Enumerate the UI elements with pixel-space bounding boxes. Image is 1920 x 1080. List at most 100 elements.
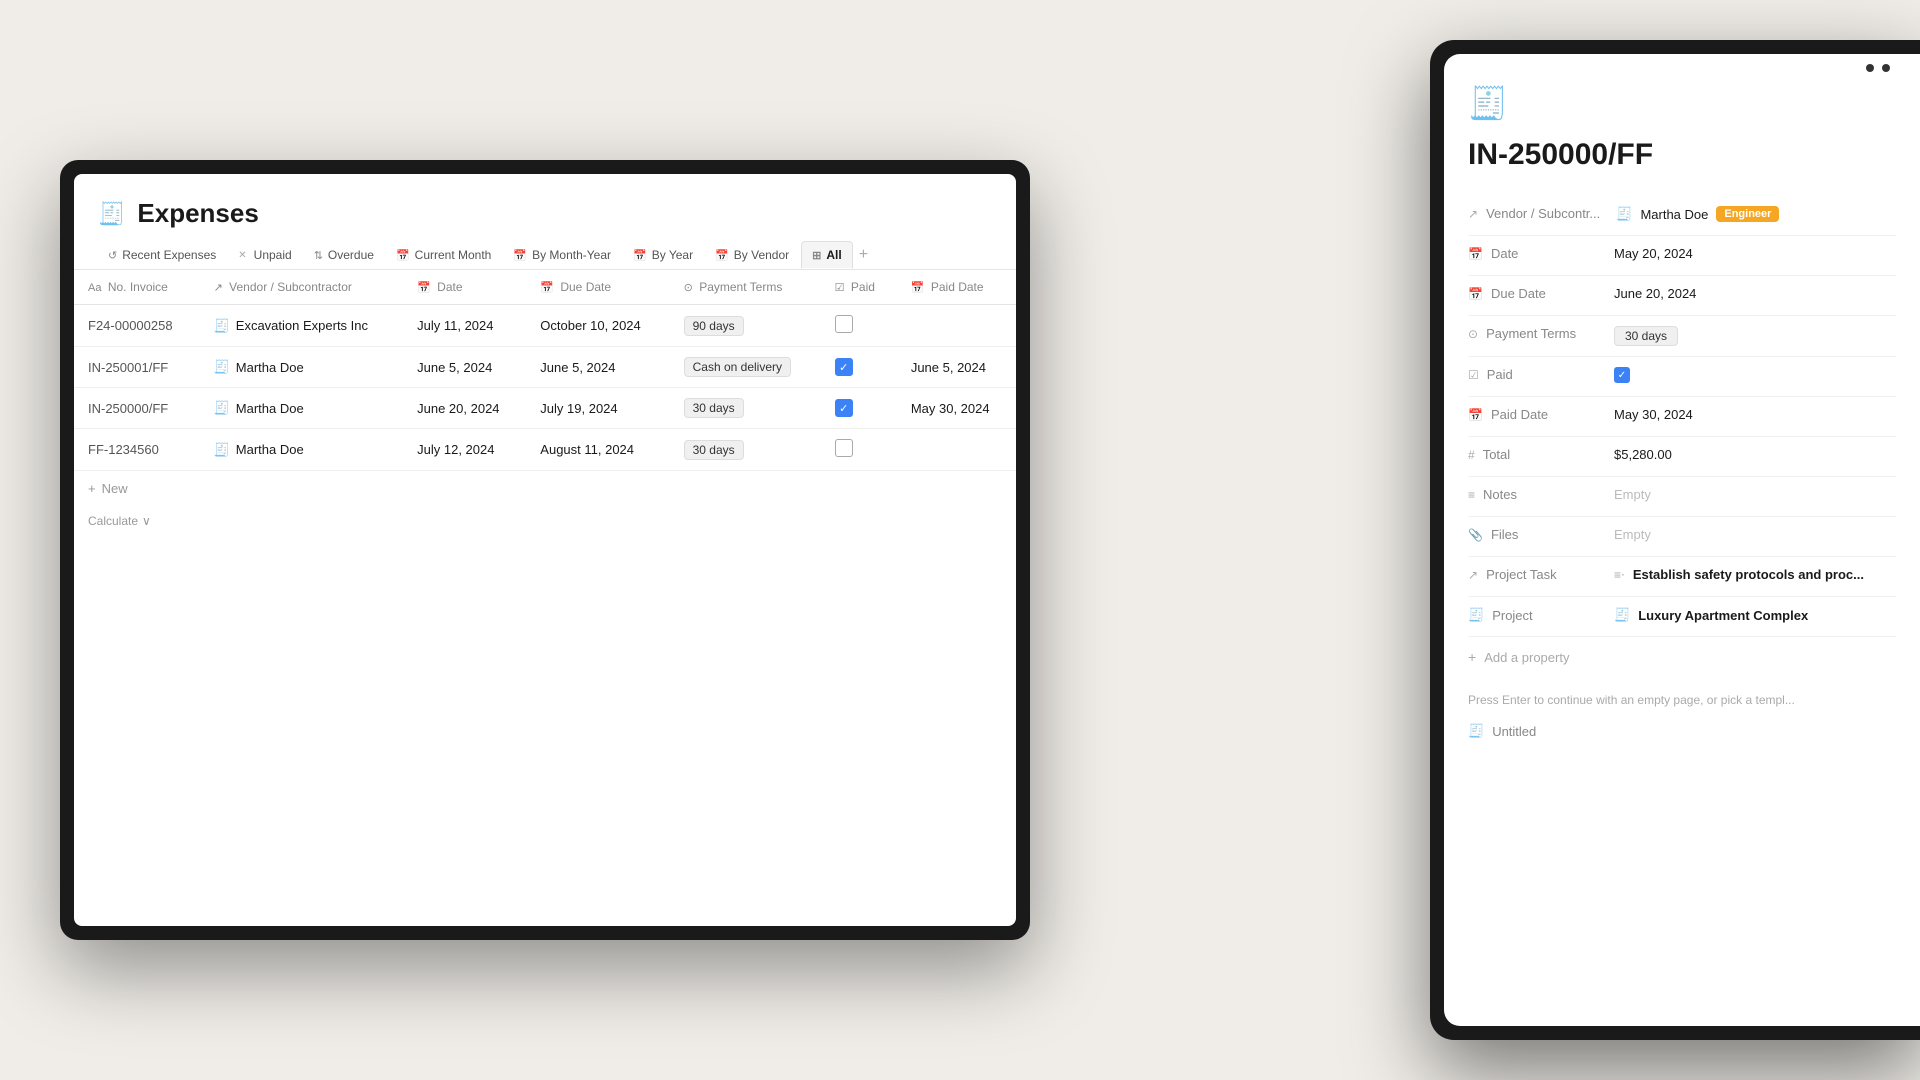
col-header-due-date[interactable]: 📅 Due Date — [526, 270, 669, 305]
detail-value-payment-terms[interactable]: 30 days — [1614, 326, 1678, 346]
detail-label-due-date: 📅 Due Date — [1468, 286, 1598, 301]
by-month-year-icon: 📅 — [513, 249, 527, 262]
detail-value-paid-date[interactable]: May 30, 2024 — [1614, 407, 1693, 422]
paid-checkbox[interactable]: ✓ — [835, 358, 853, 376]
col-header-paid-date[interactable]: 📅 Paid Date — [897, 270, 1016, 305]
cell-paid[interactable] — [821, 305, 897, 347]
laptop-screen: 🧾 Expenses ↺ Recent Expenses ✕ Unpaid ⇅ … — [74, 174, 1016, 926]
detail-title: IN-250000/FF — [1468, 138, 1896, 172]
tab-recent-expenses[interactable]: ↺ Recent Expenses — [98, 242, 226, 268]
detail-value-notes[interactable]: Empty — [1614, 487, 1651, 502]
cell-date[interactable]: July 11, 2024 — [403, 305, 526, 347]
detail-value-due-date[interactable]: June 20, 2024 — [1614, 286, 1696, 301]
table-row[interactable]: FF-1234560🧾Martha DoeJuly 12, 2024August… — [74, 429, 1016, 471]
detail-value-files[interactable]: Empty — [1614, 527, 1651, 542]
paid-checkbox[interactable]: ✓ — [835, 399, 853, 417]
cell-vendor[interactable]: 🧾Excavation Experts Inc — [200, 305, 404, 347]
tab-by-vendor[interactable]: 📅 By Vendor — [705, 242, 799, 268]
detail-value-paid[interactable]: ✓ — [1614, 367, 1630, 383]
table-row[interactable]: F24-00000258🧾Excavation Experts IncJuly … — [74, 305, 1016, 347]
col-header-payment-terms[interactable]: ⊙ Payment Terms — [670, 270, 821, 305]
cell-invoice[interactable]: IN-250000/FF — [74, 388, 200, 429]
tab-by-vendor-label: By Vendor — [734, 248, 789, 262]
date-label-text: Date — [1491, 246, 1518, 261]
col-header-date[interactable]: 📅 Date — [403, 270, 526, 305]
detail-row-paid-date: 📅 Paid Date May 30, 2024 — [1468, 397, 1896, 437]
cell-paid[interactable] — [821, 429, 897, 471]
col-header-paid[interactable]: ☑ Paid — [821, 270, 897, 305]
unpaid-close-icon[interactable]: ✕ — [238, 250, 246, 261]
cell-due-date[interactable]: October 10, 2024 — [526, 305, 669, 347]
cell-paid[interactable]: ✓ — [821, 388, 897, 429]
col-header-vendor[interactable]: ↗ Vendor / Subcontractor — [200, 270, 404, 305]
tab-by-year[interactable]: 📅 By Year — [623, 242, 703, 268]
paid-checkbox[interactable]: ✓ — [1614, 367, 1630, 383]
payment-terms-badge: Cash on delivery — [684, 357, 791, 377]
vendor-label-icon: ↗ — [1468, 207, 1478, 221]
cell-date[interactable]: July 12, 2024 — [403, 429, 526, 471]
cell-paid[interactable]: ✓ — [821, 347, 897, 388]
cell-payment-terms[interactable]: 30 days — [670, 429, 821, 471]
by-year-icon: 📅 — [633, 249, 647, 262]
detail-value-date[interactable]: May 20, 2024 — [1614, 246, 1693, 261]
tab-add-button[interactable]: + — [855, 246, 872, 264]
cell-paid-date[interactable]: June 5, 2024 — [897, 347, 1016, 388]
detail-label-total: # Total — [1468, 447, 1598, 462]
cell-vendor[interactable]: 🧾Martha Doe — [200, 429, 404, 471]
by-vendor-icon: 📅 — [715, 249, 729, 262]
cell-paid-date[interactable] — [897, 305, 1016, 347]
calculate-button[interactable]: Calculate ∨ — [74, 506, 1016, 536]
cell-invoice[interactable]: IN-250001/FF — [74, 347, 200, 388]
paid-label-icon: ☑ — [1468, 368, 1479, 382]
detail-row-total: # Total $5,280.00 — [1468, 437, 1896, 477]
cell-due-date[interactable]: July 19, 2024 — [526, 388, 669, 429]
tab-current-month[interactable]: 📅 Current Month — [386, 242, 501, 268]
cell-vendor[interactable]: 🧾Martha Doe — [200, 388, 404, 429]
add-new-row-button[interactable]: + New — [74, 471, 1016, 506]
cell-payment-terms[interactable]: 90 days — [670, 305, 821, 347]
cell-invoice[interactable]: F24-00000258 — [74, 305, 200, 347]
detail-value-total[interactable]: $5,280.00 — [1614, 447, 1672, 462]
untitled-label: Untitled — [1492, 724, 1536, 739]
project-record-icon: 🧾 — [1614, 607, 1630, 623]
cell-date[interactable]: June 5, 2024 — [403, 347, 526, 388]
calculate-label: Calculate — [88, 514, 138, 528]
tab-by-month-year-label: By Month-Year — [532, 248, 611, 262]
detail-value-vendor[interactable]: 🧾 Martha Doe Engineer — [1616, 206, 1779, 222]
paid-date-label-text: Paid Date — [1491, 407, 1548, 422]
add-property-label: Add a property — [1484, 650, 1569, 665]
vendor-cell-icon: 🧾 — [214, 318, 230, 334]
cell-paid-date[interactable] — [897, 429, 1016, 471]
tab-unpaid[interactable]: ✕ Unpaid — [228, 242, 301, 268]
paid-checkbox[interactable] — [835, 439, 853, 457]
cell-due-date[interactable]: June 5, 2024 — [526, 347, 669, 388]
untitled-row[interactable]: 🧾 Untitled — [1468, 719, 1896, 739]
detail-value-project-task[interactable]: ≡⋅ Establish safety protocols and proc..… — [1614, 567, 1864, 582]
camera-dot-1 — [1866, 64, 1874, 72]
tab-overdue[interactable]: ⇅ Overdue — [304, 242, 384, 268]
project-task-list-icon: ≡⋅ — [1614, 568, 1625, 582]
cell-date[interactable]: June 20, 2024 — [403, 388, 526, 429]
detail-row-files: 📎 Files Empty — [1468, 517, 1896, 557]
table-row[interactable]: IN-250001/FF🧾Martha DoeJune 5, 2024June … — [74, 347, 1016, 388]
cell-due-date[interactable]: August 11, 2024 — [526, 429, 669, 471]
detail-value-project[interactable]: 🧾 Luxury Apartment Complex — [1614, 607, 1808, 623]
expenses-header: 🧾 Expenses — [74, 174, 1016, 229]
expenses-table: Aa No. Invoice ↗ Vendor / Subcontractor … — [74, 270, 1016, 471]
tab-all-label: All — [826, 248, 841, 262]
paid-checkbox[interactable] — [835, 315, 853, 333]
table-row[interactable]: IN-250000/FF🧾Martha DoeJune 20, 2024July… — [74, 388, 1016, 429]
tabs-bar: ↺ Recent Expenses ✕ Unpaid ⇅ Overdue 📅 C… — [74, 229, 1016, 270]
add-property-row[interactable]: + Add a property — [1468, 637, 1896, 677]
tab-all[interactable]: ⊞ All — [801, 241, 853, 269]
overdue-icon: ⇅ — [314, 249, 323, 262]
col-header-invoice[interactable]: Aa No. Invoice — [74, 270, 200, 305]
files-value: Empty — [1614, 527, 1651, 542]
cell-payment-terms[interactable]: Cash on delivery — [670, 347, 821, 388]
cell-paid-date[interactable]: May 30, 2024 — [897, 388, 1016, 429]
cell-invoice[interactable]: FF-1234560 — [74, 429, 200, 471]
new-row-plus-icon: + — [88, 481, 96, 496]
cell-payment-terms[interactable]: 30 days — [670, 388, 821, 429]
tab-by-month-year[interactable]: 📅 By Month-Year — [503, 242, 621, 268]
cell-vendor[interactable]: 🧾Martha Doe — [200, 347, 404, 388]
